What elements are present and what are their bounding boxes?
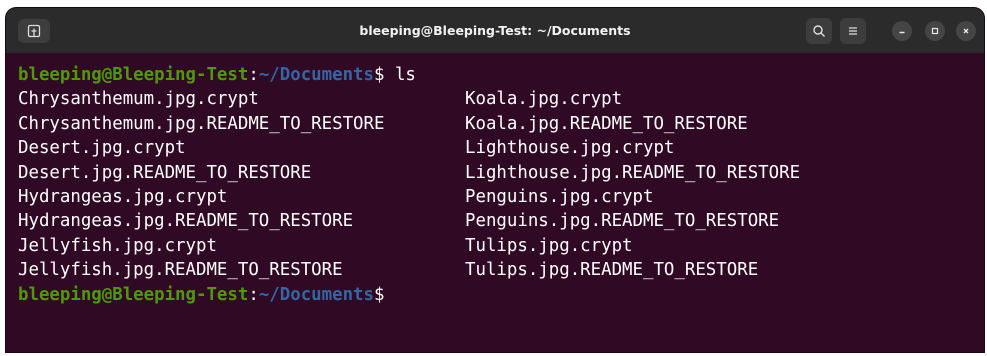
file-listing-row: Hydrangeas.jpg.README_TO_RESTORE Penguins… (18, 209, 984, 233)
file-name: Hydrangeas.jpg.README_TO_RESTORE (18, 211, 354, 232)
file-name: Tulips.jpg.README_TO_RESTORE (465, 260, 759, 281)
prompt-user-host: bleeping@Bleeping-Test (18, 65, 249, 85)
file-name: Lighthouse.jpg.README_TO_RESTORE (465, 162, 801, 183)
file-name: Desert.jpg.crypt (18, 138, 186, 159)
file-listing-row: Chrysanthemum.jpg.README_TO_RESTORE Koala… (18, 112, 984, 136)
title-bar[interactable]: bleeping@Bleeping-Test: ~/Documents (6, 8, 984, 54)
maximize-icon (931, 27, 939, 35)
prompt-colon: : (248, 284, 259, 305)
window-title: bleeping@Bleeping-Test: ~/Documents (359, 23, 631, 38)
file-listing-row: Desert.jpg.crypt Lighthouse.jpg.crypt (18, 136, 984, 160)
prompt-path: ~/Documents (258, 284, 374, 305)
command-text: ls (384, 65, 416, 85)
file-name: Tulips.jpg.crypt (465, 235, 633, 256)
file-listing-row: Jellyfish.jpg.crypt Tulips.jpg.crypt (18, 234, 984, 258)
prompt-line: bleeping@Bleeping-Test:~/Documents$ (18, 283, 984, 307)
prompt-path: ~/Documents (258, 65, 374, 85)
file-name: Desert.jpg.README_TO_RESTORE (18, 162, 312, 183)
hamburger-menu-icon (849, 27, 857, 35)
prompt-user-host: bleeping@Bleeping-Test (18, 284, 249, 305)
file-listing-row: Hydrangeas.jpg.crypt Penguins.jpg.crypt (18, 185, 984, 209)
file-listing-row: Chrysanthemum.jpg.crypt Koala.jpg.crypt (18, 87, 984, 111)
file-name: Hydrangeas.jpg.crypt (18, 186, 228, 207)
new-tab-icon (27, 24, 41, 38)
terminal-window: bleeping@Bleeping-Test: ~/Documents blee… (6, 8, 984, 352)
prompt-dollar: $ (374, 65, 385, 85)
file-name: Lighthouse.jpg.crypt (465, 138, 675, 159)
file-listing-row: Desert.jpg.README_TO_RESTORE Lighthouse.j… (18, 161, 984, 185)
file-name: Chrysanthemum.jpg.README_TO_RESTORE (18, 113, 385, 134)
prompt-dollar: $ (374, 284, 385, 305)
close-icon (963, 28, 969, 34)
minimize-button[interactable] (892, 21, 912, 41)
file-name: Koala.jpg.README_TO_RESTORE (465, 113, 748, 134)
search-icon (813, 25, 825, 37)
menu-button[interactable] (840, 18, 866, 44)
file-listing-row: Jellyfish.jpg.README_TO_RESTORE Tulips.jp… (18, 258, 984, 282)
file-name: Chrysanthemum.jpg.crypt (18, 89, 259, 110)
close-button[interactable] (956, 21, 976, 41)
file-name: Jellyfish.jpg.README_TO_RESTORE (18, 260, 343, 281)
maximize-button[interactable] (925, 21, 945, 41)
file-name: Koala.jpg.crypt (465, 89, 623, 110)
file-name: Penguins.jpg.crypt (465, 186, 654, 207)
search-button[interactable] (806, 18, 832, 44)
new-tab-button[interactable] (18, 19, 50, 43)
terminal-output[interactable]: bleeping@Bleeping-Test:~/Documents$ ls C… (6, 53, 984, 352)
file-name: Jellyfish.jpg.crypt (18, 235, 217, 256)
file-name: Penguins.jpg.README_TO_RESTORE (465, 211, 780, 232)
minimize-icon (899, 31, 905, 34)
prompt-colon: : (248, 65, 259, 85)
prompt-line: bleeping@Bleeping-Test:~/Documents$ ls (18, 63, 984, 87)
